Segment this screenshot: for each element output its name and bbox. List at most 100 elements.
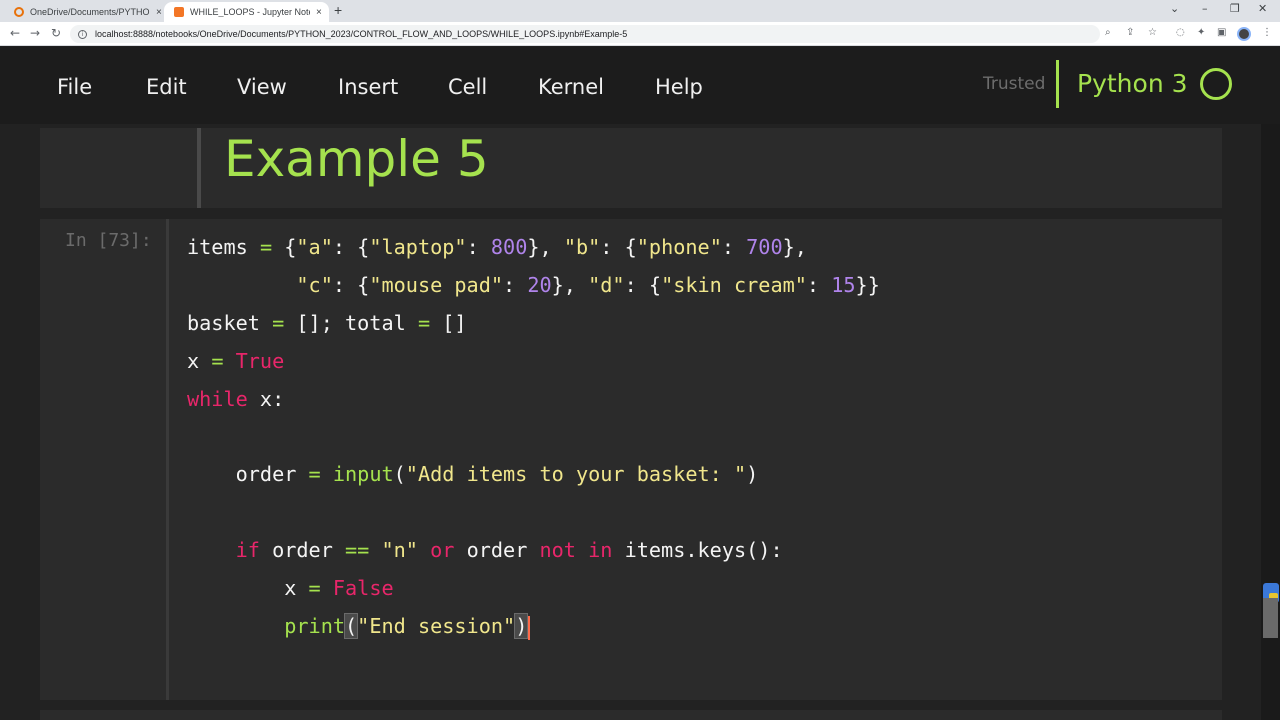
notebook-area: Example 5 In [73]: items = {"a": {"lapto… xyxy=(0,124,1280,720)
code-operator: == xyxy=(345,538,370,562)
code-string: "mouse pad" xyxy=(369,273,504,297)
markdown-cell[interactable]: Example 5 xyxy=(40,128,1222,208)
code-token: ( xyxy=(393,462,406,486)
code-string: "End session" xyxy=(357,614,516,638)
browser-tab-while-loops[interactable]: WHILE_LOOPS - Jupyter Notebo × xyxy=(164,2,329,22)
restore-icon[interactable]: ❐ xyxy=(1230,2,1240,15)
jupyter-menu-bar: File Edit View Insert Cell Kernel Help T… xyxy=(0,47,1280,124)
trusted-indicator[interactable]: Trusted xyxy=(983,74,1045,94)
code-string: "a" xyxy=(296,235,333,259)
code-line[interactable]: while x: xyxy=(187,387,284,411)
code-token: basket xyxy=(187,311,273,335)
code-keyword: while xyxy=(187,387,248,411)
code-token: order xyxy=(187,462,309,486)
code-line[interactable]: x = True xyxy=(187,349,284,373)
code-line[interactable]: basket = []; total = [] xyxy=(187,311,467,335)
code-string: "Add items to your basket: " xyxy=(405,462,747,486)
kernel-divider xyxy=(1056,60,1059,108)
code-function: input xyxy=(332,462,394,486)
code-operator: = xyxy=(272,311,285,335)
kernel-idle-indicator-icon xyxy=(1200,68,1232,100)
code-token: x xyxy=(187,576,309,600)
side-panel-icon[interactable]: ▣ xyxy=(1217,27,1226,38)
bookmark-star-icon[interactable]: ☆ xyxy=(1148,27,1157,38)
scrollbar-thumb[interactable] xyxy=(1263,598,1278,638)
minimize-icon[interactable]: – xyxy=(1202,2,1208,15)
code-number: 20 xyxy=(527,273,552,297)
code-token: [] xyxy=(430,311,467,335)
code-token: : xyxy=(806,273,832,297)
forward-icon[interactable]: → xyxy=(30,26,40,40)
code-cell[interactable]: In [73]: items = {"a": {"laptop": 800}, … xyxy=(40,219,1222,700)
code-line[interactable]: print("End session") xyxy=(187,613,531,640)
new-tab-button[interactable]: + xyxy=(334,2,342,18)
browser-toolbar: ← → ↻ i localhost:8888/notebooks/OneDriv… xyxy=(0,22,1280,46)
code-token: order xyxy=(259,538,346,562)
kernel-name[interactable]: Python 3 xyxy=(1077,69,1188,98)
menu-help[interactable]: Help xyxy=(655,75,703,99)
matched-bracket: ( xyxy=(344,613,359,639)
cell-prompt: In [73]: xyxy=(65,230,152,251)
zoom-icon[interactable]: ⌕ xyxy=(1105,27,1111,38)
address-bar[interactable]: i localhost:8888/notebooks/OneDrive/Docu… xyxy=(70,25,1100,43)
code-keyword: in xyxy=(588,538,613,562)
jupyter-favicon-icon xyxy=(174,7,184,17)
code-token: : xyxy=(503,273,528,297)
code-token: : { xyxy=(600,235,637,259)
cell-heading: Example 5 xyxy=(224,130,489,188)
code-operator: = xyxy=(308,462,321,486)
extensions-puzzle-icon[interactable]: ✦ xyxy=(1197,27,1205,38)
share-icon[interactable]: ⇪ xyxy=(1126,27,1134,38)
close-icon[interactable]: × xyxy=(156,7,162,18)
code-number: 800 xyxy=(490,235,528,259)
code-line[interactable]: order = input("Add items to your basket:… xyxy=(187,462,759,486)
code-number: 15 xyxy=(831,273,856,297)
code-token: }, xyxy=(782,235,807,259)
window-close-icon[interactable]: ✕ xyxy=(1258,2,1267,15)
menu-edit[interactable]: Edit xyxy=(146,75,187,99)
code-token: : { xyxy=(624,273,662,297)
code-token: { xyxy=(272,235,297,259)
code-line[interactable]: x = False xyxy=(187,576,394,600)
code-line[interactable]: "c": {"mouse pad": 20}, "d": {"skin crea… xyxy=(187,273,879,297)
code-token: }, xyxy=(551,273,589,297)
code-token: : xyxy=(721,235,747,259)
code-string: "b" xyxy=(563,235,601,259)
code-keyword: or xyxy=(430,538,455,562)
tab-search-icon[interactable]: ⌄ xyxy=(1170,2,1179,15)
text-cursor xyxy=(528,615,531,640)
menu-insert[interactable]: Insert xyxy=(338,75,398,99)
extension-icon[interactable]: ◌ xyxy=(1176,27,1185,38)
menu-view[interactable]: View xyxy=(237,75,287,99)
reload-icon[interactable]: ↻ xyxy=(51,26,61,40)
site-info-icon[interactable]: i xyxy=(78,29,87,39)
code-keyword: if xyxy=(235,538,260,562)
back-icon[interactable]: ← xyxy=(10,26,20,40)
next-cell[interactable] xyxy=(40,710,1222,720)
code-operator: = xyxy=(417,311,431,335)
code-token: x xyxy=(187,349,212,373)
code-keyword: True xyxy=(235,349,285,373)
close-icon[interactable]: × xyxy=(316,7,322,18)
tab-title: OneDrive/Documents/PYTHON_2 xyxy=(30,7,150,17)
browser-menu-icon[interactable]: ⋮ xyxy=(1262,27,1272,38)
code-string: "skin cream" xyxy=(661,273,807,297)
profile-avatar[interactable] xyxy=(1237,27,1251,41)
code-keyword: False xyxy=(332,576,394,600)
menu-file[interactable]: File xyxy=(57,75,92,99)
code-token: []; total xyxy=(284,311,418,335)
code-line[interactable]: if order == "n" or order not in items.ke… xyxy=(187,538,783,562)
code-token: order xyxy=(454,538,540,562)
code-line[interactable]: items = {"a": {"laptop": 800}, "b": {"ph… xyxy=(187,235,807,259)
cell-border xyxy=(197,128,201,208)
menu-kernel[interactable]: Kernel xyxy=(538,75,604,99)
browser-tab-onedrive[interactable]: OneDrive/Documents/PYTHON_2 × xyxy=(4,2,164,22)
menu-cell[interactable]: Cell xyxy=(448,75,487,99)
